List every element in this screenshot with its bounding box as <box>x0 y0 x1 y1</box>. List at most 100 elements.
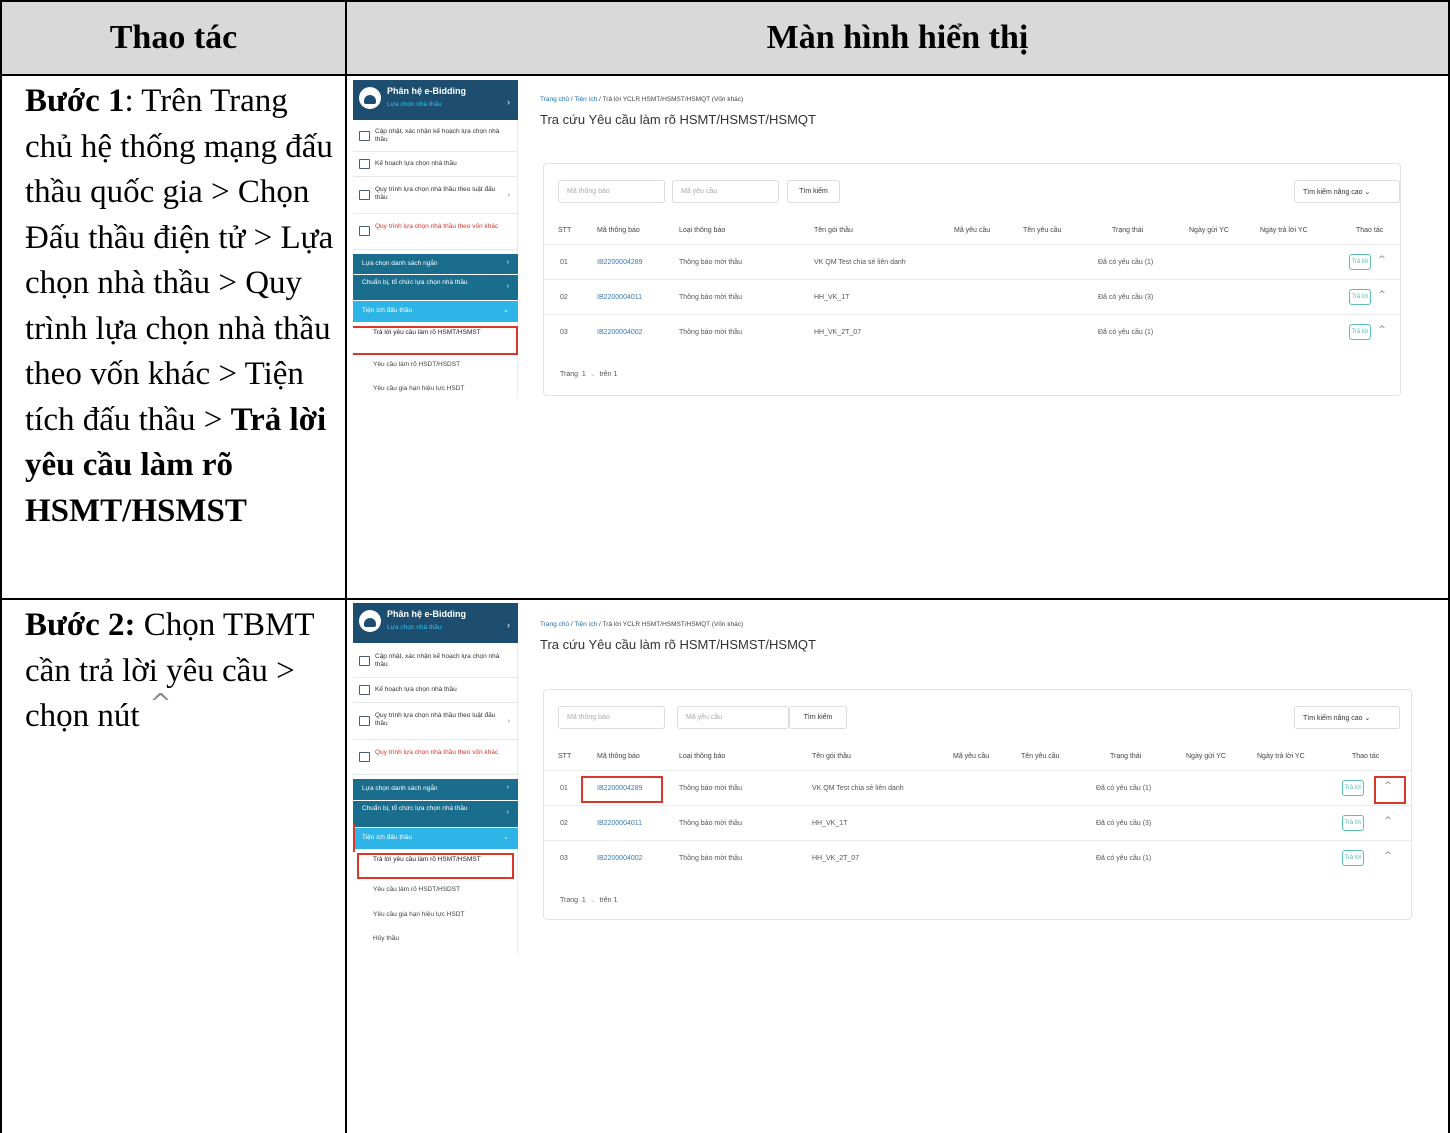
submenu-utilities[interactable]: Tiện ích đấu thầu ⌄ <box>353 301 518 322</box>
search-button[interactable]: Tìm kiếm <box>789 706 847 729</box>
menu-item-process-other-capital[interactable]: Quy trình lựa chọn nhà thầu theo vốn khá… <box>353 214 518 250</box>
submenu-shortlist[interactable]: Lựa chọn danh sách ngắn › <box>353 254 518 274</box>
submenu-prepare[interactable]: Chuẩn bị, tổ chức lựa chọn nhà thầu › <box>353 801 518 827</box>
caret-up-icon[interactable]: ^ <box>1382 851 1394 861</box>
reply-button[interactable]: Trả lời <box>1349 324 1371 340</box>
reply-button[interactable]: Trả lời <box>1349 289 1371 305</box>
highlight-box <box>353 824 355 852</box>
sidebar-item-request-clarification[interactable]: Yêu cầu làm rõ HSDT/HSDST <box>373 886 460 894</box>
chevron-right-icon: › <box>506 784 509 791</box>
pager-label: Trang <box>560 897 579 904</box>
notice-code-input[interactable]: Mã thông báo <box>558 706 665 729</box>
column-header: Mã thông báo <box>597 753 640 760</box>
search-button[interactable]: Tìm kiếm <box>787 180 840 203</box>
chevron-right-icon: › <box>506 259 509 266</box>
menu-item-label: Kế hoạch lựa chọn nhà thầu <box>375 686 457 693</box>
header-action: Thao tác <box>109 18 238 56</box>
request-code-input[interactable]: Mã yêu cầu <box>672 180 779 203</box>
reply-button[interactable]: Trả lời <box>1342 815 1364 831</box>
sidebar-item-extend-validity[interactable]: Yêu cầu gia hạn hiệu lực HSDT <box>373 385 464 393</box>
brand-header[interactable]: Phân hệ e-Bidding Lựa chọn nhà thầu › <box>353 603 518 643</box>
column-header: Mã yêu cầu <box>954 227 991 234</box>
chevron-right-icon: › <box>506 283 509 290</box>
row-package-name: HH_VK_2T_07 <box>812 855 860 862</box>
menu-item-label: Cập nhật, xác nhận kế hoạch lựa chọn nhà… <box>375 653 500 668</box>
row-package-name: HH_VK_2T_07 <box>814 329 862 336</box>
caret-up-icon[interactable]: ^ <box>1376 290 1388 300</box>
pager-total: trên 1 <box>599 897 618 904</box>
chevron-right-icon: › <box>506 809 509 816</box>
request-code-input[interactable]: Mã yêu cầu <box>677 706 789 729</box>
table-row: 01 IB2200004289 Thông báo mời thầu VK QM… <box>544 244 1400 279</box>
advanced-search-button[interactable]: Tìm kiếm nâng cao ⌄ <box>1294 180 1400 203</box>
process-icon <box>359 190 370 200</box>
row-status: Đã có yêu cầu (1) <box>1096 855 1152 862</box>
pager-label: Trang <box>560 371 579 378</box>
brand-header[interactable]: Phân hệ e-Bidding Lựa chọn nhà thầu › <box>353 80 518 120</box>
breadcrumb-home[interactable]: Trang chủ <box>540 621 569 628</box>
caret-up-icon[interactable]: ^ <box>1376 325 1388 335</box>
row-status: Đã có yêu cầu (3) <box>1098 294 1154 301</box>
chevron-right-icon: › <box>507 192 510 199</box>
breadcrumb-utilities[interactable]: Tiện ích <box>574 621 597 628</box>
column-header: Thao tác <box>1352 753 1380 760</box>
reply-button[interactable]: Trả lời <box>1342 780 1364 796</box>
chevron-right-icon: › <box>507 97 510 107</box>
chevron-right-icon: › <box>507 620 510 630</box>
column-header: Ngày trả lời YC <box>1257 753 1305 760</box>
menu-item-update-plan[interactable]: Cập nhật, xác nhận kế hoạch lựa chọn nhà… <box>353 120 518 152</box>
row-notice-type: Thông báo mời thầu <box>679 294 742 301</box>
menu-item-plan[interactable]: Kế hoạch lựa chọn nhà thầu <box>353 678 518 703</box>
column-header: Ngày trả lời YC <box>1260 227 1308 234</box>
submenu-prepare[interactable]: Chuẩn bị, tổ chức lựa chọn nhà thầu › <box>353 275 518 300</box>
caret-up-icon[interactable]: ^ <box>1382 816 1394 826</box>
table-header: STT Mã thông báo Loại thông báo Tên gói … <box>544 744 1411 770</box>
edit-icon <box>359 656 370 666</box>
breadcrumb-utilities[interactable]: Tiện ích <box>574 96 597 103</box>
pager-page-select[interactable]: 1 <box>582 897 586 904</box>
column-header: Loại thông báo <box>679 227 726 234</box>
step-2-label: Bước 2: <box>25 607 136 643</box>
row-notice-code[interactable]: IB2200004011 <box>597 294 642 301</box>
pager-page-select[interactable]: 1 <box>582 371 586 378</box>
menu-item-process-other-capital[interactable]: Quy trình lựa chọn nhà thầu theo vốn khá… <box>353 740 518 775</box>
row-status: Đã có yêu cầu (1) <box>1096 785 1152 792</box>
table-border-left <box>0 0 2 1133</box>
caret-up-icon[interactable]: ^ <box>1376 255 1388 265</box>
reply-button[interactable]: Trả lời <box>1342 850 1364 866</box>
row-notice-code[interactable]: IB2200004289 <box>597 259 643 266</box>
sidebar-item-cancel-bid[interactable]: Hủy thầu <box>373 935 399 943</box>
advanced-search-button[interactable]: Tìm kiếm nâng cao ⌄ <box>1294 706 1400 729</box>
breadcrumb-home[interactable]: Trang chủ <box>540 96 569 103</box>
edit-icon <box>359 131 370 141</box>
submenu-label: Tiện ích đấu thầu <box>362 834 412 841</box>
table-border-top <box>0 0 1450 2</box>
menu-item-update-plan[interactable]: Cập nhật, xác nhận kế hoạch lựa chọn nhà… <box>353 643 518 678</box>
row-notice-code[interactable]: IB2200004002 <box>597 329 643 336</box>
menu-item-process-law[interactable]: Quy trình lựa chọn nhà thầu theo luật đấ… <box>353 703 518 740</box>
submenu-label: Chuẩn bị, tổ chức lựa chọn nhà thầu <box>362 805 468 812</box>
submenu-label: Lựa chọn danh sách ngắn <box>362 260 438 267</box>
row-notice-type: Thông báo mời thầu <box>679 785 742 792</box>
menu-item-process-law[interactable]: Quy trình lựa chọn nhà thầu theo luật đấ… <box>353 177 518 214</box>
reply-button[interactable]: Trả lời <box>1349 254 1371 270</box>
page-title: Tra cứu Yêu cầu làm rõ HSMT/HSMST/HSMQT <box>540 112 816 127</box>
row-status: Đã có yêu cầu (1) <box>1098 259 1154 266</box>
row-notice-code[interactable]: IB2200004011 <box>597 820 642 827</box>
notice-code-input[interactable]: Mã thông báo <box>558 180 665 203</box>
header-display: Màn hình hiển thị <box>766 18 1029 56</box>
row-notice-code[interactable]: IB2200004002 <box>597 855 643 862</box>
row-notice-type: Thông báo mời thầu <box>679 855 742 862</box>
submenu-shortlist[interactable]: Lựa chọn danh sách ngắn › <box>353 779 518 800</box>
submenu-utilities[interactable]: Tiện ích đấu thầu ⌄ <box>353 828 518 849</box>
menu-item-plan[interactable]: Kế hoạch lựa chọn nhà thầu <box>353 152 518 177</box>
sidebar-item-extend-validity[interactable]: Yêu cầu gia hạn hiệu lực HSDT <box>373 911 464 919</box>
sidebar-item-request-clarification[interactable]: Yêu cầu làm rõ HSDT/HSDST <box>373 361 460 369</box>
chevron-down-icon[interactable]: ⌄ <box>590 897 596 904</box>
chevron-down-icon[interactable]: ⌄ <box>590 371 596 378</box>
table-row: 03 IB2200004002 Thông báo mời thầu HH_VK… <box>544 840 1411 875</box>
table-column-divider <box>345 0 347 1133</box>
menu-item-label: Quy trình lựa chọn nhà thầu theo luật đấ… <box>375 186 496 201</box>
step-1-label: Bước 1 <box>25 83 125 119</box>
row-package-name: VK QM Test chia sẻ liên danh <box>814 259 906 266</box>
